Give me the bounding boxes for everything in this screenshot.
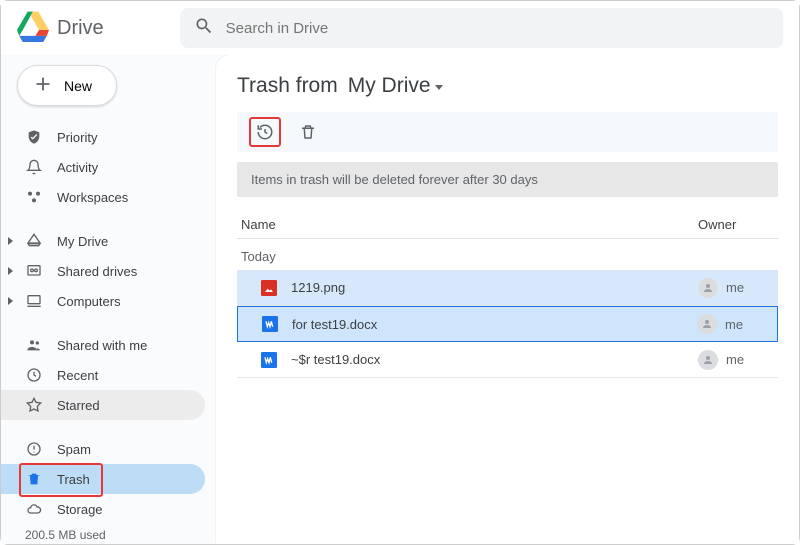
owner-avatar-icon bbox=[697, 314, 717, 334]
nav-my-drive[interactable]: My Drive bbox=[1, 226, 205, 256]
bell-icon bbox=[25, 159, 43, 175]
owner-label: me bbox=[725, 317, 743, 332]
page-title: Trash from My Drive bbox=[237, 74, 778, 98]
my-drive-icon bbox=[25, 233, 43, 249]
nav-label: Computers bbox=[57, 294, 121, 309]
caret-down-icon bbox=[435, 85, 443, 90]
docx-file-icon bbox=[261, 352, 277, 368]
storage-used-text: 200.5 MB used bbox=[1, 528, 215, 542]
trash-notice: Items in trash will be deleted forever a… bbox=[237, 162, 778, 197]
app: Drive New Priority bbox=[1, 1, 799, 544]
spam-icon bbox=[25, 441, 43, 457]
owner-label: me bbox=[726, 280, 744, 295]
nav-label: Recent bbox=[57, 368, 98, 383]
nav-label: Priority bbox=[57, 130, 97, 145]
star-icon bbox=[25, 397, 43, 413]
group-today: Today bbox=[237, 239, 778, 270]
nav-workspaces[interactable]: Workspaces bbox=[1, 182, 205, 212]
nav-section-1: Priority Activity Workspaces bbox=[1, 120, 215, 214]
drive-scope-dropdown[interactable]: My Drive bbox=[348, 74, 443, 98]
nav-label: Spam bbox=[57, 442, 91, 457]
main-content: Trash from My Drive Items in trash will … bbox=[216, 55, 799, 544]
plus-icon bbox=[32, 73, 54, 98]
expand-icon[interactable] bbox=[8, 267, 13, 275]
owner-avatar-icon bbox=[698, 350, 718, 370]
drive-scope-label: My Drive bbox=[348, 74, 431, 98]
nav-trash[interactable]: Trash bbox=[1, 464, 205, 494]
image-file-icon bbox=[261, 280, 277, 296]
nav-label: Storage bbox=[57, 502, 103, 517]
docx-file-icon bbox=[262, 316, 278, 332]
title-prefix: Trash from bbox=[237, 74, 338, 98]
search-container[interactable] bbox=[180, 8, 783, 48]
delete-forever-button[interactable] bbox=[293, 117, 323, 147]
search-icon bbox=[194, 16, 214, 41]
owner-avatar-icon bbox=[698, 278, 718, 298]
search-input[interactable] bbox=[226, 20, 769, 37]
nav-recent[interactable]: Recent bbox=[1, 360, 205, 390]
nav-label: My Drive bbox=[57, 234, 108, 249]
file-row[interactable]: for test19.docx me bbox=[237, 306, 778, 342]
nav-label: Activity bbox=[57, 160, 98, 175]
restore-button[interactable] bbox=[249, 117, 281, 147]
sidebar: New Priority Activity Workspaces bbox=[1, 55, 216, 544]
header: Drive bbox=[1, 1, 799, 55]
nav-section-4: Spam Trash Storage 200.5 MB used bbox=[1, 432, 215, 544]
nav-activity[interactable]: Activity bbox=[1, 152, 205, 182]
expand-icon[interactable] bbox=[8, 237, 13, 245]
nav-priority[interactable]: Priority bbox=[1, 122, 205, 152]
nav-label: Shared drives bbox=[57, 264, 137, 279]
file-name: 1219.png bbox=[291, 280, 345, 295]
nav-starred[interactable]: Starred bbox=[1, 390, 205, 420]
nav-label: Shared with me bbox=[57, 338, 147, 353]
nav-computers[interactable]: Computers bbox=[1, 286, 205, 316]
shared-drives-icon bbox=[25, 263, 43, 279]
drive-logo-icon bbox=[17, 10, 49, 47]
trash-icon bbox=[25, 471, 43, 487]
nav-section-2: My Drive Shared drives Computers bbox=[1, 224, 215, 318]
nav-section-3: Shared with me Recent Starred bbox=[1, 328, 215, 422]
people-icon bbox=[25, 337, 43, 353]
selection-toolbar bbox=[237, 112, 778, 152]
nav-shared-with-me[interactable]: Shared with me bbox=[1, 330, 205, 360]
column-headers: Name Owner bbox=[237, 211, 778, 239]
nav-label: Workspaces bbox=[57, 190, 128, 205]
nav-label: Starred bbox=[57, 398, 100, 413]
body: New Priority Activity Workspaces bbox=[1, 55, 799, 544]
expand-icon[interactable] bbox=[8, 297, 13, 305]
file-name: ~$r test19.docx bbox=[291, 352, 380, 367]
new-label: New bbox=[64, 78, 92, 94]
logo[interactable]: Drive bbox=[17, 10, 104, 47]
search-bar bbox=[180, 8, 783, 48]
clock-icon bbox=[25, 367, 43, 383]
file-row[interactable]: ~$r test19.docx me bbox=[237, 342, 778, 378]
owner-label: me bbox=[726, 352, 744, 367]
computers-icon bbox=[25, 293, 43, 309]
nav-shared-drives[interactable]: Shared drives bbox=[1, 256, 205, 286]
nav-storage[interactable]: Storage bbox=[1, 494, 205, 524]
cloud-icon bbox=[25, 501, 43, 517]
workspaces-icon bbox=[25, 189, 43, 205]
new-button[interactable]: New bbox=[17, 65, 117, 106]
col-name-header[interactable]: Name bbox=[237, 217, 698, 232]
file-name: for test19.docx bbox=[292, 317, 377, 332]
file-row[interactable]: 1219.png me bbox=[237, 270, 778, 306]
nav-spam[interactable]: Spam bbox=[1, 434, 205, 464]
col-owner-header[interactable]: Owner bbox=[698, 217, 778, 232]
priority-icon bbox=[25, 129, 43, 145]
nav-label: Trash bbox=[57, 472, 90, 487]
app-title: Drive bbox=[57, 17, 104, 40]
